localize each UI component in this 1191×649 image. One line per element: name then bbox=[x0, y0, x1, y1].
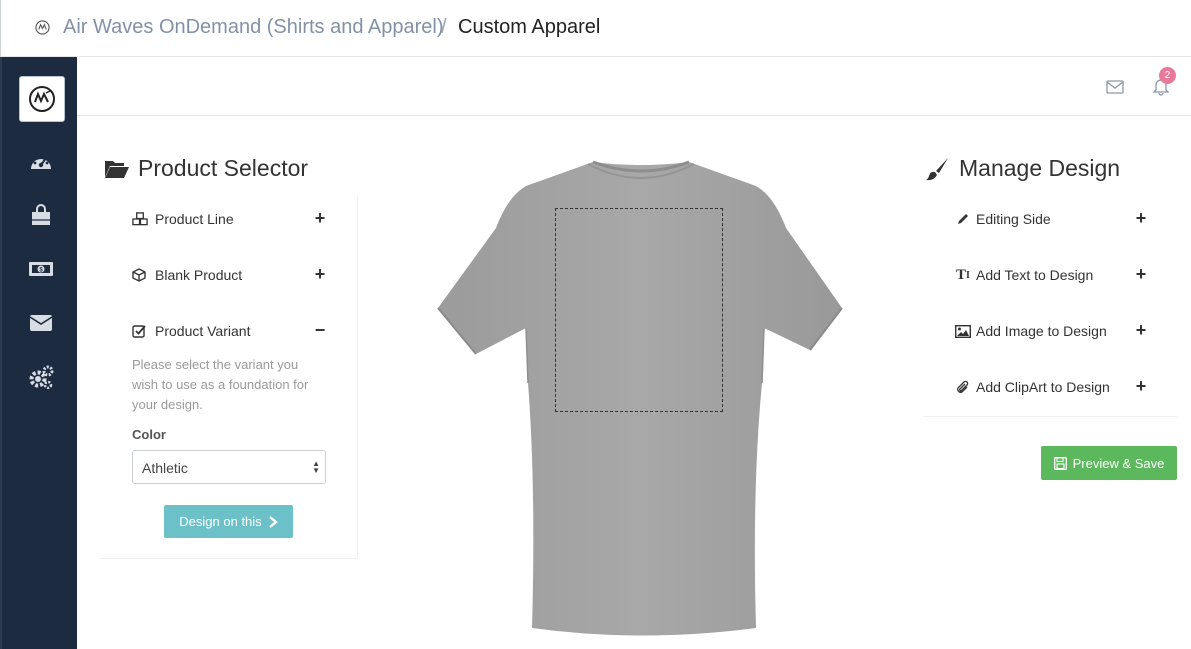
cubes-icon bbox=[132, 212, 148, 226]
dashboard-icon[interactable] bbox=[28, 149, 54, 173]
add-text-toggle[interactable]: + bbox=[1134, 264, 1148, 285]
folder-open-icon bbox=[105, 160, 129, 178]
editing-side-label: Editing Side bbox=[976, 211, 1051, 227]
chevron-right-icon bbox=[268, 515, 278, 528]
blank-product-row[interactable]: Blank Product bbox=[132, 267, 242, 283]
product-line-label: Product Line bbox=[155, 211, 234, 227]
breadcrumb-separator: / bbox=[441, 16, 447, 38]
envelope-icon[interactable] bbox=[28, 311, 54, 335]
manage-design-title: Manage Design bbox=[959, 155, 1121, 181]
cogs-icon[interactable] bbox=[28, 365, 54, 389]
blank-product-toggle[interactable]: + bbox=[313, 264, 327, 285]
brand-logo[interactable] bbox=[19, 76, 65, 122]
product-line-toggle[interactable]: + bbox=[313, 208, 327, 229]
product-variant-toggle[interactable]: − bbox=[313, 320, 327, 341]
design-button-label: Design on this bbox=[179, 514, 262, 529]
top-bar: Air Waves OnDemand (Shirts and Apparel) … bbox=[0, 0, 1191, 57]
envelope-outline-icon[interactable] bbox=[1105, 77, 1125, 97]
cube-icon bbox=[132, 268, 148, 282]
preview-save-button[interactable]: Preview & Save bbox=[1041, 446, 1177, 480]
breadcrumb-current: Custom Apparel bbox=[458, 16, 601, 38]
add-clipart-label: Add ClipArt to Design bbox=[976, 379, 1110, 395]
pencil-icon bbox=[955, 212, 971, 226]
product-selector-title: Product Selector bbox=[138, 155, 309, 181]
add-image-label: Add Image to Design bbox=[976, 323, 1107, 339]
shopping-bag-icon[interactable] bbox=[28, 203, 54, 227]
color-label: Color bbox=[132, 427, 166, 442]
select-arrows-icon: ▲ ▼ bbox=[312, 459, 320, 475]
check-square-icon bbox=[132, 324, 148, 338]
add-image-toggle[interactable]: + bbox=[1134, 320, 1148, 341]
add-clipart-toggle[interactable]: + bbox=[1134, 376, 1148, 397]
variant-help-text: Please select the variant you wish to us… bbox=[132, 357, 309, 412]
editing-side-toggle[interactable]: + bbox=[1134, 208, 1148, 229]
product-line-row[interactable]: Product Line bbox=[132, 211, 234, 227]
airwaves-small-icon bbox=[35, 20, 50, 35]
paintbrush-icon bbox=[926, 157, 948, 180]
manage-design-heading: Manage Design bbox=[926, 155, 1120, 182]
image-icon bbox=[955, 324, 971, 338]
blank-product-label: Blank Product bbox=[155, 267, 243, 283]
breadcrumb-parent[interactable]: Air Waves OnDemand (Shirts and Apparel) bbox=[63, 16, 444, 39]
text-icon: TI bbox=[956, 266, 970, 283]
add-image-row[interactable]: Add Image to Design bbox=[955, 323, 1107, 339]
color-select[interactable]: Athletic ▲ ▼ bbox=[132, 450, 326, 484]
product-variant-label: Product Variant bbox=[155, 323, 251, 339]
product-variant-row[interactable]: Product Variant bbox=[132, 323, 250, 339]
header-bar bbox=[77, 57, 1191, 116]
notification-badge: 2 bbox=[1159, 67, 1176, 84]
editing-side-row[interactable]: Editing Side bbox=[955, 211, 1051, 227]
airwaves-logo-icon bbox=[29, 86, 55, 112]
color-select-value: Athletic bbox=[142, 460, 188, 476]
product-selector-heading: Product Selector bbox=[104, 155, 308, 182]
add-text-label: Add Text to Design bbox=[976, 267, 1094, 283]
design-on-this-button[interactable]: Design on this bbox=[164, 505, 293, 538]
add-text-row[interactable]: TI Add Text to Design bbox=[955, 266, 1094, 284]
sidebar: $ bbox=[0, 57, 77, 649]
paperclip-icon bbox=[955, 380, 971, 394]
preview-save-label: Preview & Save bbox=[1072, 455, 1165, 471]
add-clipart-row[interactable]: Add ClipArt to Design bbox=[955, 379, 1110, 395]
money-icon[interactable]: $ bbox=[28, 257, 54, 281]
floppy-disk-icon bbox=[1053, 456, 1067, 470]
print-area[interactable] bbox=[555, 208, 723, 412]
